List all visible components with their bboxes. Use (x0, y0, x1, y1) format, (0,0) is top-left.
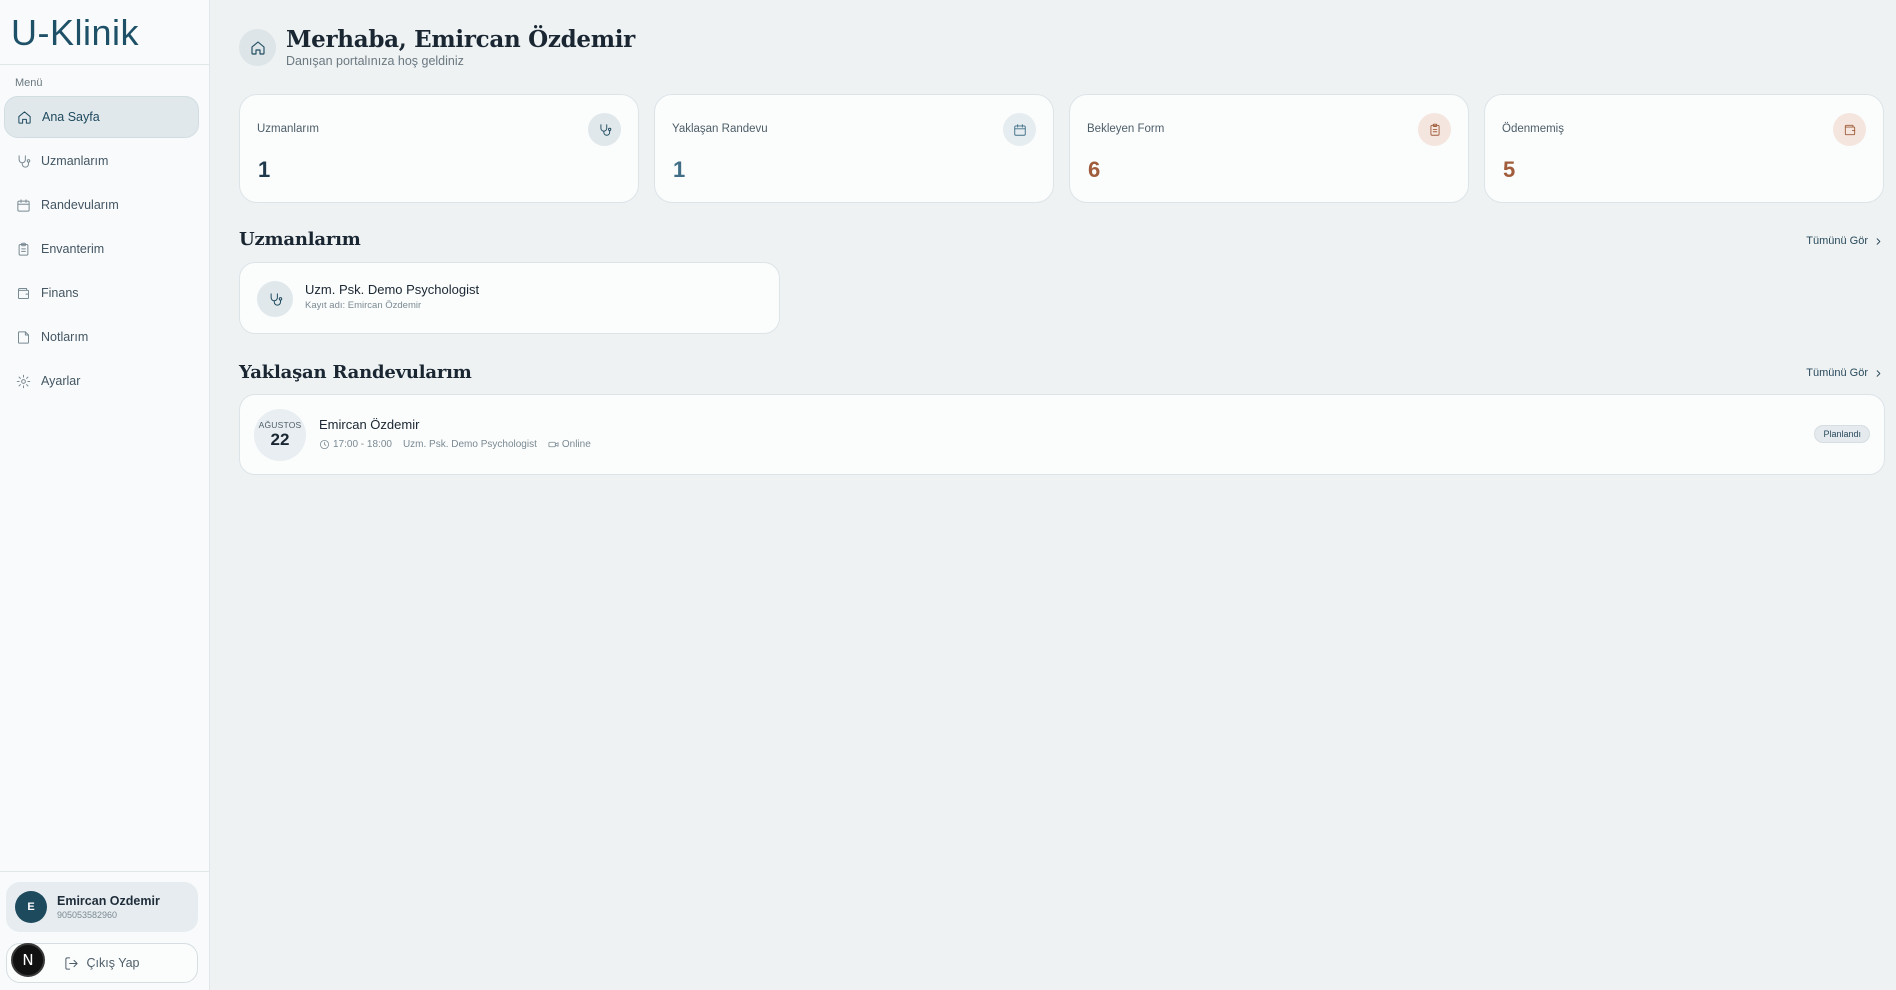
stethoscope-icon (18, 154, 31, 168)
menu-heading: Menü (15, 77, 43, 89)
page-subtitle: Danışan portalınıza hoş geldiniz (286, 54, 464, 68)
stat-card-yaklasan-randevu[interactable]: Yaklaşan Randevu 1 (654, 94, 1054, 203)
app-logo[interactable]: U-Klinik (11, 12, 139, 54)
clipboard-icon (1429, 123, 1440, 136)
sidebar-item-label: Envanterim (41, 242, 105, 256)
user-name: Emircan Ozdemir (57, 894, 160, 908)
appointment-meta: 17:00 - 18:00 Uzm. Psk. Demo Psychologis… (319, 439, 602, 450)
calendar-icon (1013, 123, 1026, 136)
stat-icon-badge (1003, 113, 1036, 146)
logout-label: Çıkış Yap (86, 956, 140, 970)
see-all-label: Tümünü Gör (1806, 367, 1868, 379)
appointment-expert: Uzm. Psk. Demo Psychologist (402, 439, 537, 450)
stat-icon-badge (1833, 113, 1866, 146)
sidebar-item-label: Finans (41, 286, 79, 300)
appointment-card[interactable]: AĞUSTOS 22 Emircan Özdemir 17:00 - 18:00… (239, 394, 1885, 475)
see-all-experts-link[interactable]: Tümünü Gör (1806, 235, 1884, 247)
stat-value: 1 (673, 157, 686, 182)
sidebar-item-randevularim[interactable]: Randevularım (4, 184, 199, 226)
section-title-yaklasan-randevularim: Yaklaşan Randevularım (239, 362, 472, 383)
stat-label: Yaklaşan Randevu (672, 123, 768, 135)
expert-name: Uzm. Psk. Demo Psychologist (305, 282, 480, 297)
appointment-client-name: Emircan Özdemir (319, 417, 420, 432)
sidebar-item-notlarim[interactable]: Notlarım (4, 316, 199, 358)
stat-label: Uzmanlarım (257, 123, 319, 135)
expert-registered-name: Kayıt adı: Emircan Özdemir (305, 300, 422, 311)
dev-tools-badge[interactable]: N (11, 943, 45, 977)
user-phone: 905053582960 (57, 910, 118, 920)
calendar-icon (17, 198, 30, 212)
divider (0, 871, 210, 872)
home-icon (250, 40, 265, 55)
divider (0, 64, 210, 65)
stat-value: 1 (258, 157, 271, 182)
status-badge: Planlandı (1814, 425, 1870, 443)
wallet-icon (1844, 124, 1855, 135)
user-card[interactable]: E Emircan Ozdemir 905053582960 (6, 882, 198, 932)
appointment-day: 22 (270, 430, 290, 449)
sidebar-item-finans[interactable]: Finans (4, 272, 199, 314)
expert-icon-badge (257, 281, 293, 317)
chevron-right-icon (1876, 369, 1881, 377)
appointment-month: AĞUSTOS (258, 420, 302, 430)
sidebar-item-label: Randevularım (41, 198, 119, 212)
stat-card-uzmanlarim[interactable]: Uzmanlarım 1 (239, 94, 639, 203)
sidebar-item-ayarlar[interactable]: Ayarlar (4, 360, 199, 402)
stethoscope-icon (270, 292, 282, 306)
stethoscope-icon (599, 123, 611, 136)
stat-value: 5 (1503, 157, 1516, 182)
sidebar-nav: Ana Sayfa Uzmanlarım Randevularım Envant… (4, 96, 199, 404)
home-badge (239, 29, 276, 66)
appointment-mode: Online (561, 439, 591, 450)
stat-label: Ödenmemiş (1502, 123, 1564, 135)
see-all-appointments-link[interactable]: Tümünü Gör (1806, 367, 1884, 379)
logout-icon (65, 956, 79, 970)
stat-card-odenmemis[interactable]: Ödenmemiş 5 (1484, 94, 1884, 203)
wallet-icon (18, 287, 29, 299)
sidebar-item-envanterim[interactable]: Envanterim (4, 228, 199, 270)
page-title: Merhaba, Emircan Özdemir (286, 26, 635, 53)
video-icon (548, 441, 559, 448)
stat-icon-badge (588, 113, 621, 146)
appointment-mode-group: Online (548, 439, 591, 450)
gear-icon (16, 374, 31, 388)
expert-card[interactable]: Uzm. Psk. Demo Psychologist Kayıt adı: E… (239, 262, 780, 334)
sidebar-item-ana-sayfa[interactable]: Ana Sayfa (4, 96, 199, 138)
stat-label: Bekleyen Form (1087, 123, 1165, 135)
section-title-uzmanlarim: Uzmanlarım (239, 229, 361, 250)
appointment-time-group: 17:00 - 18:00 (319, 439, 392, 450)
see-all-label: Tümünü Gör (1806, 235, 1868, 247)
chevron-right-icon (1876, 237, 1881, 245)
appointment-time: 17:00 - 18:00 (333, 439, 392, 450)
sidebar-item-label: Ayarlar (41, 374, 81, 388)
sidebar: U-Klinik Menü Ana Sayfa Uzmanlarım Rande… (0, 0, 210, 990)
note-icon (18, 330, 29, 344)
home-icon (18, 110, 31, 124)
appointment-expert-group: Uzm. Psk. Demo Psychologist (403, 439, 537, 450)
stat-value: 6 (1088, 157, 1101, 182)
sidebar-item-label: Ana Sayfa (42, 110, 100, 124)
sidebar-item-uzmanlarim[interactable]: Uzmanlarım (4, 140, 199, 182)
sidebar-item-label: Notlarım (41, 330, 89, 344)
date-badge: AĞUSTOS 22 (254, 409, 306, 461)
sidebar-item-label: Uzmanlarım (41, 154, 109, 168)
stat-card-bekleyen-form[interactable]: Bekleyen Form 6 (1069, 94, 1469, 203)
clipboard-icon (18, 242, 29, 256)
clock-icon (319, 439, 330, 450)
stat-icon-badge (1418, 113, 1451, 146)
avatar: E (15, 891, 47, 923)
